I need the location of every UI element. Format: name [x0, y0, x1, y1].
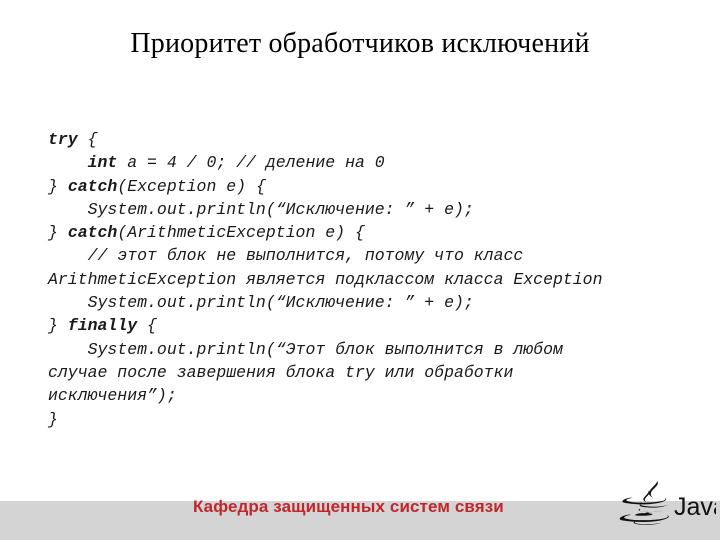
code-text: // этот блок не выполнится, потому что к…: [87, 246, 524, 266]
code-line: } catch(ArithmeticException e) {: [48, 221, 688, 244]
code-keyword: finally: [67, 316, 138, 336]
code-text: System.out.println(“Исключение: ” + e);: [87, 199, 474, 219]
code-text: (ArithmeticException e) {: [117, 223, 365, 243]
code-line: } catch(Exception e) {: [48, 175, 688, 198]
code-line: System.out.println(“Этот блок выполнится…: [48, 338, 688, 361]
code-text: a = 4 / 0; // деление на 0: [117, 153, 385, 173]
code-text: {: [77, 130, 98, 149]
code-line: try {: [48, 128, 688, 151]
code-line: }: [48, 408, 688, 431]
code-line: System.out.println(“Исключение: ” + e);: [48, 198, 688, 221]
code-text: исключения”);: [48, 386, 177, 406]
code-text: (Exception e) {: [117, 176, 266, 196]
code-text: {: [137, 316, 157, 336]
java-logo: Java: [612, 477, 716, 533]
code-text: System.out.println(“Исключение: ” + e);: [87, 293, 474, 313]
code-prefix: }: [48, 223, 68, 243]
code-prefix: }: [48, 176, 68, 196]
code-line: ArithmeticException является подклассом …: [48, 268, 688, 291]
footer-label: Кафедра защищенных систем связи: [193, 497, 504, 516]
code-keyword: catch: [67, 223, 118, 243]
code-keyword: int: [87, 153, 118, 173]
code-line: случае после завершения блока try или об…: [48, 361, 688, 384]
code-line: System.out.println(“Исключение: ” + e);: [48, 291, 688, 314]
code-text: System.out.println(“Этот блок выполнится…: [87, 339, 563, 359]
java-wordmark: Java: [674, 493, 716, 521]
code-keyword: try: [48, 130, 78, 149]
code-block: try { int a = 4 / 0; // деление на 0} ca…: [48, 128, 688, 431]
code-text: ArithmeticException является подклассом …: [48, 269, 603, 289]
code-line: } finally {: [48, 314, 688, 337]
code-line: // этот блок не выполнится, потому что к…: [48, 244, 688, 267]
code-text: }: [48, 409, 58, 429]
code-prefix: }: [48, 316, 68, 336]
slide: Приоритет обработчиков исключений try { …: [0, 0, 720, 540]
code-text: случае после завершения блока try или об…: [48, 362, 514, 382]
page-title: Приоритет обработчиков исключений: [130, 28, 590, 59]
code-line: исключения”);: [48, 384, 688, 407]
code-keyword: catch: [67, 176, 118, 196]
code-line: int a = 4 / 0; // деление на 0: [48, 151, 688, 174]
